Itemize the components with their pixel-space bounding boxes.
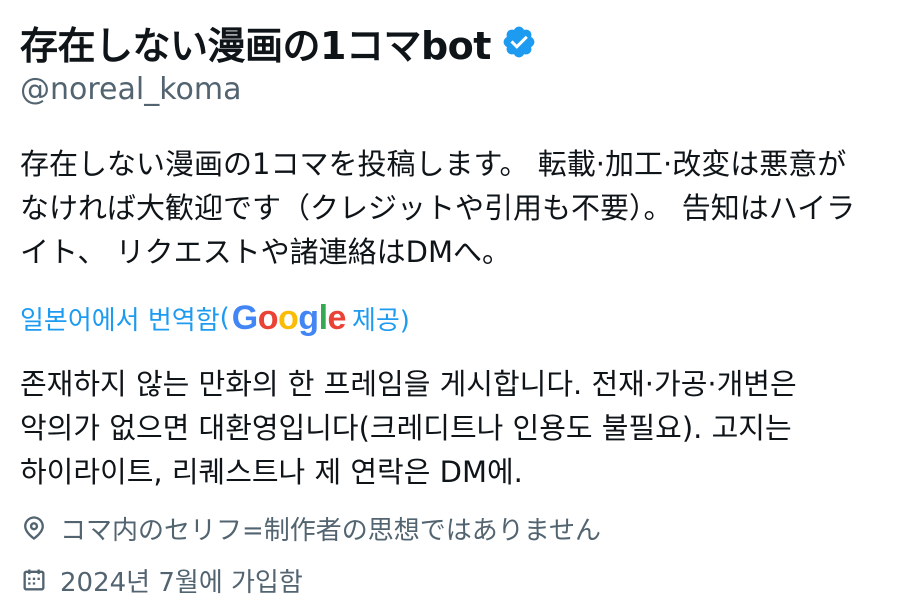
profile-location: コマ内のセリフ=制作者の思想ではありません bbox=[20, 508, 601, 548]
translated-bio-line: 존재하지 않는 만화의 한 프레임을 게시합니다. 전재·가공·개변은 bbox=[20, 367, 797, 401]
calendar-icon bbox=[20, 566, 48, 594]
bio-line: 存在しない漫画の1コマを投稿します。 転載·加工·改変は悪意が bbox=[20, 147, 847, 181]
display-name: 存在しない漫画の1コマbot bbox=[20, 23, 491, 68]
google-letter: l bbox=[318, 298, 328, 337]
translated-bio-line: 하이라이트, 리퀘스트나 제 연락은 DM에. bbox=[20, 455, 523, 489]
join-date-text: 2024년 7월에 가입함 bbox=[60, 567, 303, 598]
google-letter: g bbox=[298, 298, 319, 337]
join-date: 2024년 7월에 가입함 bbox=[20, 560, 303, 600]
name-row: 存在しない漫画の1コマbot bbox=[20, 14, 537, 70]
bio-line: なければ大歓迎です（クレジットや引用も不要）。 告知はハイラ bbox=[20, 191, 856, 225]
google-logo: Google bbox=[231, 298, 347, 338]
user-handle: @noreal_koma bbox=[20, 72, 242, 107]
location-text: コマ内のセリフ=制作者の思想ではありません bbox=[60, 515, 602, 546]
translate-prefix: 일본어에서 번역함 bbox=[20, 305, 220, 336]
translated-bio-line: 악의가 없으면 대환영입니다(크레디트나 인용도 불필요). 고지는 bbox=[20, 411, 792, 445]
location-pin-icon bbox=[20, 514, 48, 542]
bio: 存在しない漫画の1コマを投稿します。 転載·加工·改変は悪意が なければ大歓迎で… bbox=[20, 142, 880, 274]
translate-suffix: 제공) bbox=[351, 305, 410, 336]
translated-bio: 존재하지 않는 만화의 한 프레임을 게시합니다. 전재·가공·개변은 악의가 … bbox=[20, 362, 880, 494]
google-letter: o bbox=[257, 298, 279, 337]
google-letter: G bbox=[231, 298, 258, 337]
translate-open-paren: ( bbox=[219, 303, 230, 333]
translate-link[interactable]: 일본어에서 번역함 ( Google 제공) bbox=[20, 296, 410, 340]
verified-badge-icon[interactable] bbox=[501, 24, 537, 60]
google-letter: o bbox=[278, 298, 299, 337]
google-letter: e bbox=[327, 298, 347, 337]
bio-line: イト、 リクエストや諸連絡はDMへ。 bbox=[20, 235, 511, 269]
